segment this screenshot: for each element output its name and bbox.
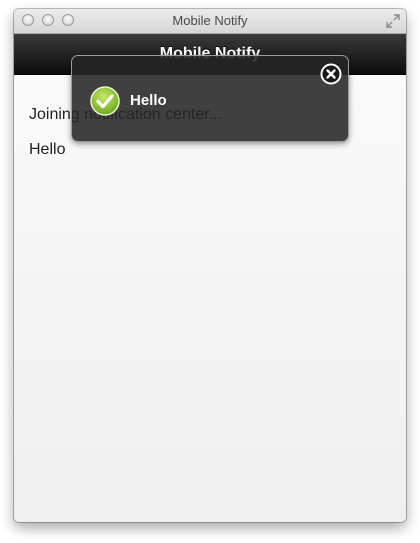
- check-circle-icon: [90, 86, 120, 116]
- notification-message: Hello: [130, 92, 167, 109]
- message-line: Hello: [29, 141, 66, 158]
- close-icon[interactable]: [320, 63, 342, 85]
- fullscreen-icon[interactable]: [386, 14, 400, 28]
- window-titlebar[interactable]: Mobile Notify: [14, 9, 406, 34]
- window-title: Mobile Notify: [172, 13, 248, 28]
- notification-toast[interactable]: Hello: [71, 55, 349, 142]
- content-area: Joining notification center... Hello: [14, 75, 406, 522]
